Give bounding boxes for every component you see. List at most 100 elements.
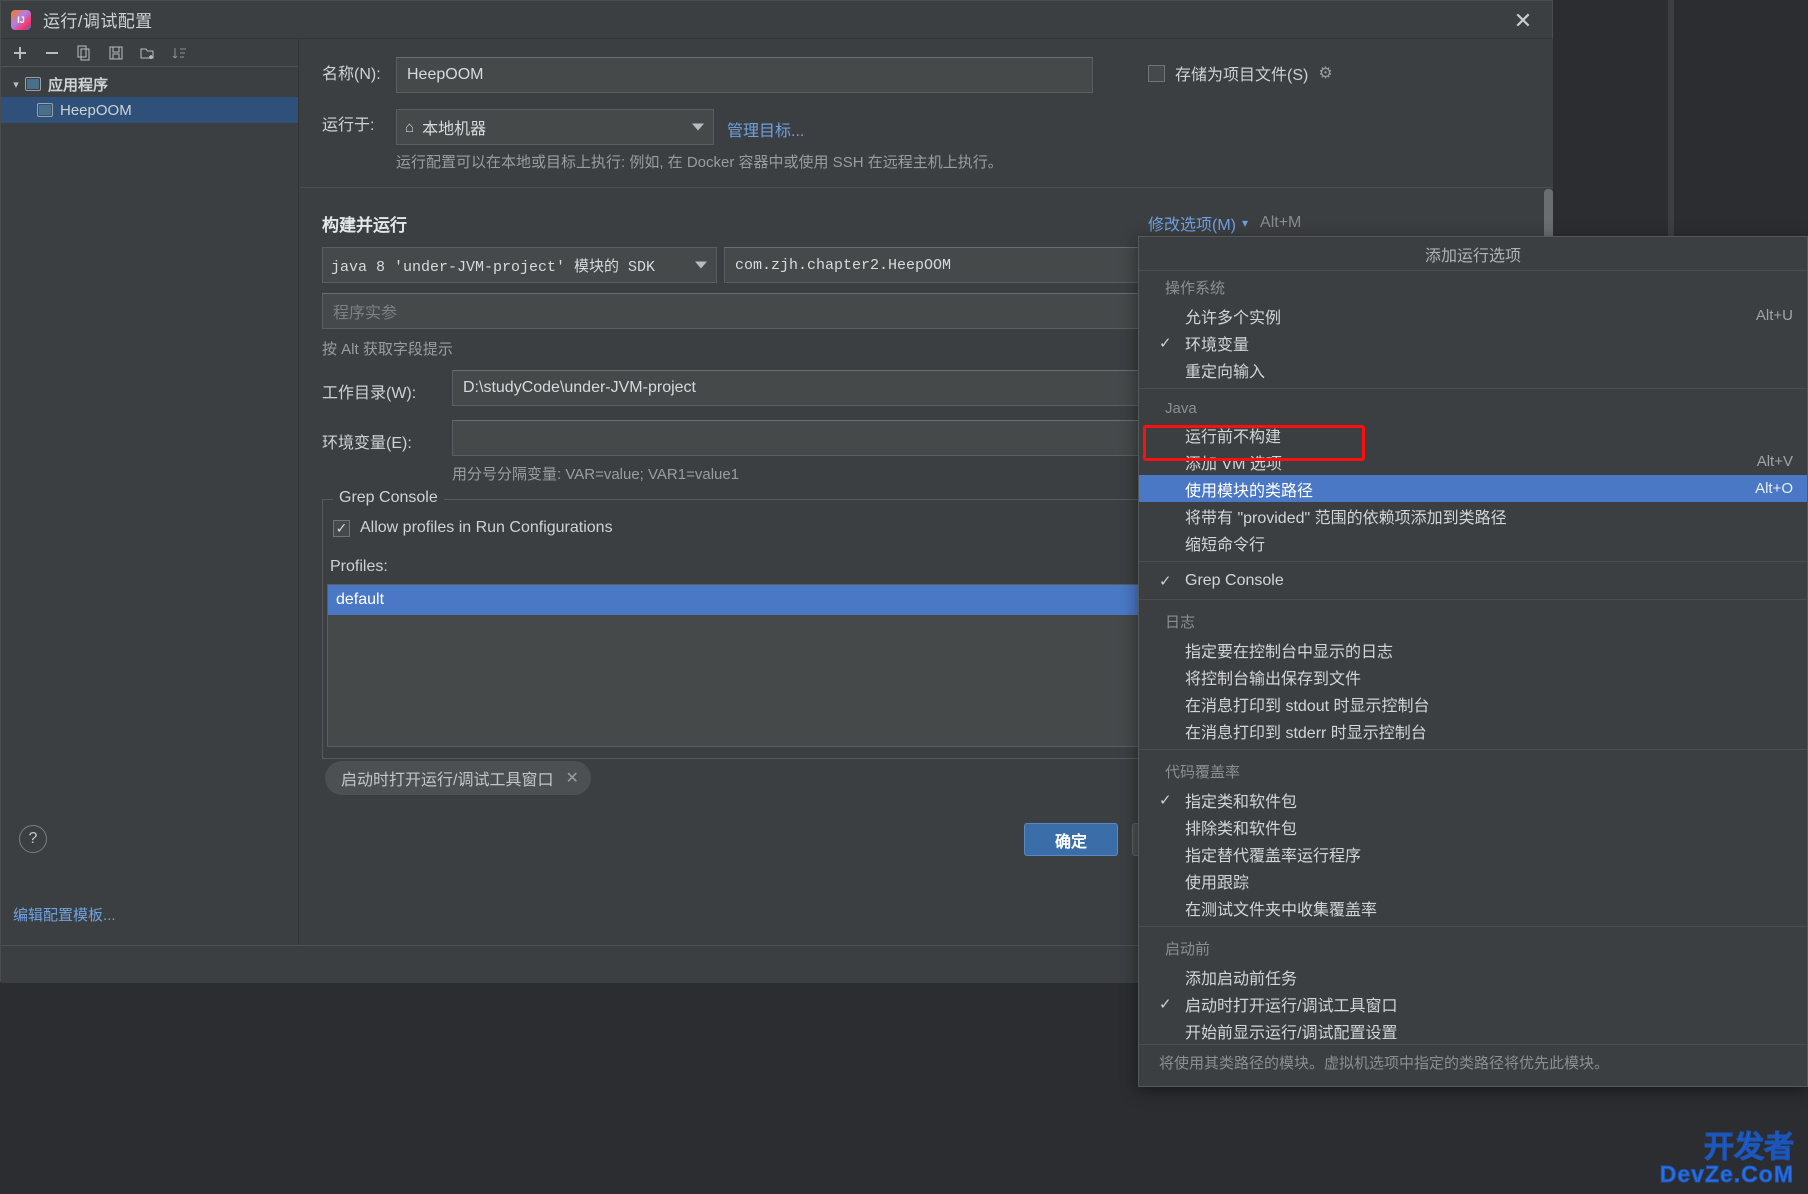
menu-item-use-tracing[interactable]: 使用跟踪 xyxy=(1139,867,1807,894)
menu-item-save-console-output-to-file[interactable]: 将控制台输出保存到文件 xyxy=(1139,663,1807,690)
add-run-option-menu: 添加运行选项 操作系统 允许多个实例 Alt+U ✓ 环境变量 重定向输入 Ja… xyxy=(1138,236,1808,1087)
menu-item-label: 指定要在控制台中显示的日志 xyxy=(1185,643,1394,661)
modify-options-shortcut: Alt+M xyxy=(1260,214,1302,231)
menu-item-collect-coverage-in-test-folders[interactable]: 在测试文件夹中收集覆盖率 xyxy=(1139,894,1807,921)
chevron-down-icon[interactable]: ▾ xyxy=(7,78,25,91)
menu-separator xyxy=(1139,599,1807,600)
screen-root: 运行/调试配置 ✕ xyxy=(0,0,1808,1194)
name-label: 名称(N): xyxy=(322,66,381,83)
menu-item-label: Grep Console xyxy=(1185,571,1284,589)
before-launch-chip-label: 启动时打开运行/调试工具窗口 xyxy=(341,772,554,789)
working-directory-row: 工作目录(W): xyxy=(322,379,416,403)
chevron-down-icon[interactable]: ▾ xyxy=(1242,216,1248,230)
menu-item-grep-console[interactable]: ✓ Grep Console xyxy=(1139,567,1807,594)
menu-item-shortcut: Alt+O xyxy=(1755,480,1793,497)
home-icon: ⌂ xyxy=(405,118,415,136)
menu-item-label: 使用模块的类路径 xyxy=(1185,482,1314,500)
manage-targets-link[interactable]: 管理目标... xyxy=(727,117,804,141)
menu-item-label: 添加启动前任务 xyxy=(1185,970,1298,988)
close-icon[interactable]: ✕ xyxy=(1508,6,1538,36)
check-icon: ✓ xyxy=(1159,791,1172,809)
check-icon: ✓ xyxy=(1159,995,1172,1013)
run-on-combobox[interactable]: ⌂ 本地机器 xyxy=(396,109,714,145)
menu-item-label: 指定类和软件包 xyxy=(1185,793,1298,811)
menu-item-do-not-build-before-run[interactable]: 运行前不构建 xyxy=(1139,421,1807,448)
menu-item-show-console-on-stdout[interactable]: 在消息打印到 stdout 时显示控制台 xyxy=(1139,690,1807,717)
menu-item-label: 在消息打印到 stderr 时显示控制台 xyxy=(1185,724,1427,742)
menu-item-label: 运行前不构建 xyxy=(1185,428,1282,446)
menu-item-label: 排除类和软件包 xyxy=(1185,820,1298,838)
allow-profiles-row[interactable]: Allow profiles in Run Configurations xyxy=(333,519,613,537)
menu-item-label: 环境变量 xyxy=(1185,336,1250,354)
build-and-run-title: 构建并运行 xyxy=(322,216,407,235)
modify-options-link[interactable]: 修改选项(M) xyxy=(1148,211,1236,235)
jre-module-combobox[interactable]: java 8 'under-JVM-project' 模块的 SDK xyxy=(322,247,717,283)
modify-options-row[interactable]: 修改选项(M) ▾ Alt+M xyxy=(1148,211,1301,235)
new-folder-icon[interactable] xyxy=(133,40,163,66)
dialog-titlebar: 运行/调试配置 ✕ xyxy=(1,1,1552,39)
menu-item-use-classpath-of-module[interactable]: 使用模块的类路径 Alt+O xyxy=(1139,475,1807,502)
tree-item-heepoom[interactable]: HeepOOM xyxy=(1,97,298,123)
chevron-down-icon[interactable] xyxy=(692,123,704,131)
store-as-project-file-row[interactable]: 存储为项目文件(S) ⚙ xyxy=(1148,61,1333,85)
close-icon[interactable]: ✕ xyxy=(565,768,578,788)
save-button[interactable] xyxy=(101,40,131,66)
watermark: 开发者 DevZe.CoM xyxy=(1659,1131,1794,1187)
before-launch-chip[interactable]: 启动时打开运行/调试工具窗口 ✕ xyxy=(325,761,591,795)
menu-item-show-settings-before-run[interactable]: 开始前显示运行/调试配置设置 xyxy=(1139,1017,1807,1044)
menu-group-label: 操作系统 xyxy=(1165,280,1226,297)
menu-item-environment-variables[interactable]: ✓ 环境变量 xyxy=(1139,329,1807,356)
check-icon: ✓ xyxy=(1159,572,1172,590)
configurations-toolbar xyxy=(1,39,298,67)
tree-item-application[interactable]: ▾ 应用程序 xyxy=(1,71,298,97)
ok-button[interactable]: 确定 xyxy=(1024,823,1118,856)
menu-item-show-console-on-stderr[interactable]: 在消息打印到 stderr 时显示控制台 xyxy=(1139,717,1807,744)
run-on-label: 运行于: xyxy=(322,117,375,134)
menu-item-shorten-command-line[interactable]: 缩短命令行 xyxy=(1139,529,1807,556)
menu-separator xyxy=(1139,926,1807,927)
menu-item-shortcut: Alt+U xyxy=(1755,307,1793,324)
menu-item-label: 开始前显示运行/调试配置设置 xyxy=(1185,1024,1398,1042)
chevron-down-icon[interactable] xyxy=(695,261,707,269)
menu-item-label: 添加 VM 选项 xyxy=(1185,455,1282,473)
menu-item-specify-logs-in-console[interactable]: 指定要在控制台中显示的日志 xyxy=(1139,636,1807,663)
sort-button[interactable] xyxy=(165,40,195,66)
remove-button[interactable] xyxy=(37,40,67,66)
name-input[interactable]: HeepOOM xyxy=(396,57,1093,93)
menu-separator xyxy=(1139,561,1807,562)
menu-item-add-vm-options[interactable]: 添加 VM 选项 Alt+V xyxy=(1139,448,1807,475)
watermark-line2: DevZe.CoM xyxy=(1659,1161,1794,1187)
menu-item-redirect-input[interactable]: 重定向输入 xyxy=(1139,356,1807,383)
menu-header: 添加运行选项 xyxy=(1139,237,1807,271)
gear-icon[interactable]: ⚙ xyxy=(1318,63,1332,83)
menu-item-label: 使用跟踪 xyxy=(1185,874,1250,892)
menu-item-add-before-launch-task[interactable]: 添加启动前任务 xyxy=(1139,963,1807,990)
question-mark-icon[interactable]: ? xyxy=(19,825,47,853)
menu-group-label: 代码覆盖率 xyxy=(1165,764,1241,781)
menu-item-include-provided-scope[interactable]: 将带有 "provided" 范围的依赖项添加到类路径 xyxy=(1139,502,1807,529)
run-on-row: 运行于: xyxy=(322,111,374,135)
configurations-left-panel: ▾ 应用程序 HeepOOM 编辑配置模板... xyxy=(1,39,299,945)
grep-console-legend: Grep Console xyxy=(333,489,444,507)
tree-item-label: HeepOOM xyxy=(60,101,132,119)
application-config-icon xyxy=(37,103,53,117)
menu-item-open-run-debug-tool-window[interactable]: ✓ 启动时打开运行/调试工具窗口 xyxy=(1139,990,1807,1017)
menu-item-exclude-classes-and-packages[interactable]: 排除类和软件包 xyxy=(1139,813,1807,840)
menu-item-allow-multiple-instances[interactable]: 允许多个实例 Alt+U xyxy=(1139,302,1807,329)
environment-variables-label: 环境变量(E): xyxy=(322,435,412,452)
menu-item-label: 缩短命令行 xyxy=(1185,536,1266,554)
edit-configuration-templates-link[interactable]: 编辑配置模板... xyxy=(13,904,116,925)
allow-profiles-checkbox[interactable] xyxy=(333,519,350,537)
copy-button[interactable] xyxy=(69,40,99,66)
watermark-line1: 开发者 xyxy=(1703,1131,1794,1164)
menu-item-specify-alternative-coverage-runner[interactable]: 指定替代覆盖率运行程序 xyxy=(1139,840,1807,867)
check-icon: ✓ xyxy=(1159,334,1172,352)
menu-group-label: 日志 xyxy=(1165,614,1196,631)
menu-footer-description: 将使用其类路径的模块。虚拟机选项中指定的类路径将优先此模块。 xyxy=(1139,1044,1807,1086)
profiles-label: Profiles: xyxy=(330,558,388,575)
allow-profiles-label: Allow profiles in Run Configurations xyxy=(360,519,613,536)
menu-separator xyxy=(1139,749,1807,750)
store-as-project-file-checkbox[interactable] xyxy=(1148,64,1165,82)
menu-item-specify-classes-and-packages[interactable]: ✓ 指定类和软件包 xyxy=(1139,786,1807,813)
add-button[interactable] xyxy=(5,40,35,66)
